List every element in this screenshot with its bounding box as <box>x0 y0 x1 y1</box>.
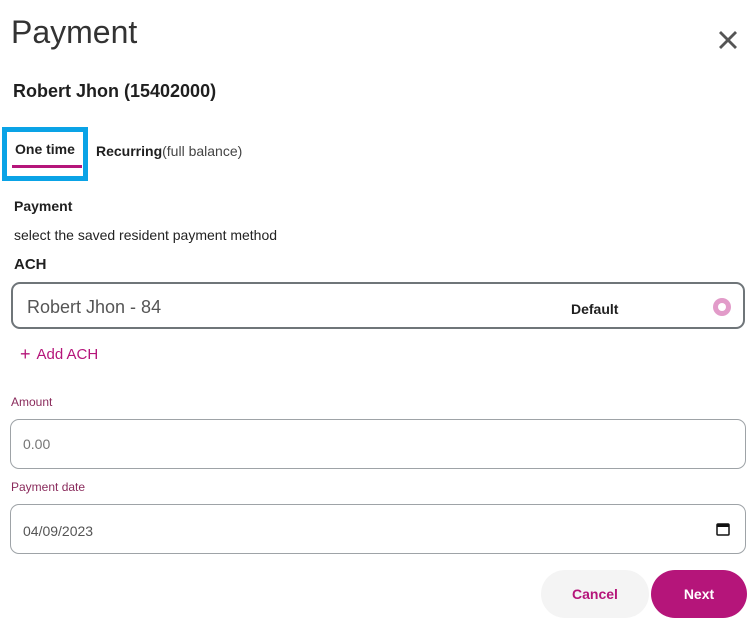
ach-method-card[interactable]: Robert Jhon - 84 Default <box>11 282 745 329</box>
tab-one-time[interactable]: One time <box>15 141 75 157</box>
tab-recurring[interactable]: Recurring(full balance) <box>96 143 242 159</box>
ach-label: ACH <box>14 256 47 273</box>
payment-date-input[interactable] <box>10 504 746 554</box>
cancel-button[interactable]: Cancel <box>541 570 649 618</box>
payment-date-label: Payment date <box>11 480 86 494</box>
modal-title: Payment <box>11 14 138 50</box>
amount-label: Amount <box>11 395 53 409</box>
next-button[interactable]: Next <box>651 570 747 618</box>
tab-selected-underline <box>12 165 82 168</box>
resident-name: Robert Jhon (15402000) <box>13 81 217 101</box>
tab-recurring-label: Recurring <box>96 143 163 159</box>
add-ach-label: Add ACH <box>36 345 99 363</box>
payment-section-label: Payment <box>14 198 73 214</box>
plus-icon: + <box>20 344 31 364</box>
ach-radio[interactable] <box>713 298 731 316</box>
calendar-icon[interactable] <box>716 522 730 536</box>
ach-method-name: Robert Jhon - 84 <box>27 297 162 317</box>
amount-input[interactable] <box>10 419 746 469</box>
add-ach-button[interactable]: + Add ACH <box>20 345 98 363</box>
tab-recurring-note: (full balance) <box>162 143 243 159</box>
close-icon[interactable] <box>712 24 744 56</box>
default-badge: Default <box>571 301 619 317</box>
payment-instruction: select the saved resident payment method <box>14 227 278 243</box>
payment-date-value: 04/09/2023 <box>23 523 94 539</box>
